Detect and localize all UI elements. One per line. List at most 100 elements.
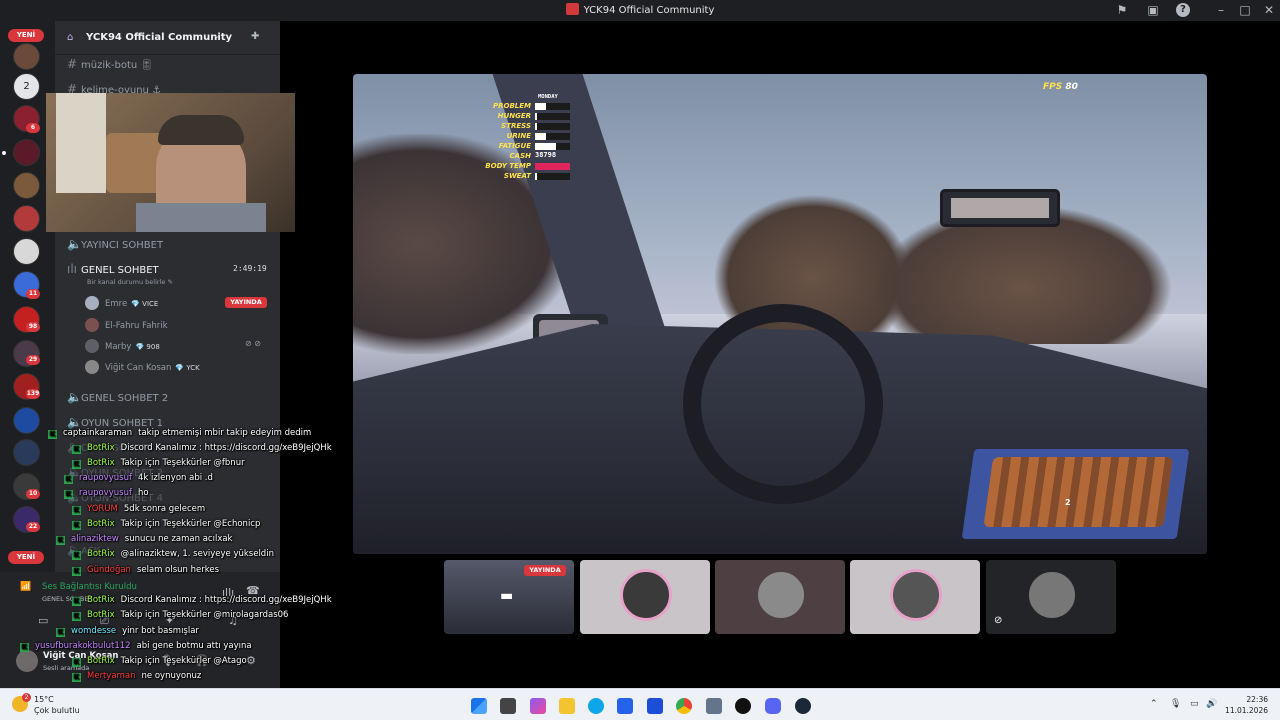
chat-text: @alinaziktew, 1. seviyeye yükseldin: [120, 549, 274, 559]
copilot-icon[interactable]: [530, 698, 546, 714]
stat-fill: [535, 163, 570, 170]
file-explorer-icon[interactable]: [559, 698, 575, 714]
avatar: [85, 318, 99, 332]
voice-member[interactable]: Emre 💎 VICE: [85, 296, 158, 310]
kick-badge-icon: K: [72, 460, 81, 469]
settings-app-icon[interactable]: [706, 698, 722, 714]
stat-bar: [535, 113, 570, 120]
call-timer: 2:49:19: [233, 264, 267, 273]
server-icon[interactable]: [13, 139, 40, 166]
taskbar-clock[interactable]: 22:36 11.01.2026: [1222, 694, 1268, 716]
voice-member[interactable]: El-Fahru Fahrik: [85, 318, 168, 332]
chat-text: Takip için Teşekkürler @Atago: [120, 656, 247, 666]
minimize-icon[interactable]: –: [1214, 3, 1228, 17]
stat-label: URINE: [506, 132, 531, 140]
stat-bar: [535, 133, 570, 140]
server-icon[interactable]: [13, 238, 40, 265]
voice-channel-active[interactable]: ılı GENEL SOHBET: [67, 262, 159, 276]
stat-bar: [535, 143, 570, 150]
server-icon[interactable]: [13, 205, 40, 232]
help-icon[interactable]: ?: [1176, 3, 1190, 17]
chat-username: YORUM: [87, 504, 118, 514]
chat-message: K Gündoğan selam olsun herkes: [72, 565, 219, 576]
stat-label: SWEAT: [503, 172, 531, 180]
participant-tile[interactable]: [850, 560, 980, 634]
chat-message: K BotRix Takip için Teşekkürler @Atago: [72, 656, 247, 667]
store-icon[interactable]: [617, 698, 633, 714]
stat-stress: STRESS: [483, 122, 613, 132]
clock-date: 11.01.2026: [1225, 706, 1268, 715]
server-icon[interactable]: [13, 172, 40, 199]
voice-member[interactable]: Marby 💎 908: [85, 339, 160, 353]
stat-body-temp: BODY TEMP: [483, 162, 613, 172]
invite-people-icon[interactable]: ✚: [251, 31, 259, 42]
member-tag-text: YCK: [186, 364, 200, 372]
stream-tile[interactable]: YAYINDA ▬: [444, 560, 574, 634]
discord-icon[interactable]: [765, 698, 781, 714]
stat-bar: [535, 173, 570, 180]
participant-tile[interactable]: [715, 560, 845, 634]
stat-problem: PROBLEM: [483, 102, 613, 112]
cash-value: 38798: [535, 151, 557, 159]
day-label: MONDAY: [538, 94, 558, 100]
obs-icon[interactable]: [735, 698, 751, 714]
voice-channel[interactable]: 🔈GENEL SOHBET 2: [67, 390, 168, 404]
chat-text: 4k izlenyon abi .d: [137, 473, 213, 483]
chrome-icon[interactable]: [676, 698, 692, 714]
start-icon[interactable]: [471, 698, 487, 714]
kick-badge-icon: K: [56, 536, 65, 545]
webcam-window: [56, 93, 106, 193]
muted-deafened-icon: ⊘ ⊘: [245, 339, 261, 348]
chat-message: Kraupovyusuf ho: [64, 488, 149, 499]
maximize-icon[interactable]: □: [1238, 3, 1252, 17]
kick-badge-icon: K: [72, 445, 81, 454]
chat-message: K YORUM 5dk sonra gelecem: [72, 504, 205, 515]
kick-badge-icon: K: [64, 475, 73, 484]
unread-count-badge: 139: [26, 389, 40, 399]
channel-status[interactable]: Bir kanal durumu belirle ✎: [87, 278, 173, 286]
task-view-icon[interactable]: [500, 698, 516, 714]
kick-badge-icon: K: [48, 430, 57, 439]
server-icon[interactable]: [13, 43, 40, 70]
chat-username: BotRix: [87, 656, 115, 666]
pencil-icon: ✎: [167, 278, 173, 286]
chat-message: K BotRix Takip için Teşekkürler @Echonicp: [72, 519, 260, 530]
stream-viewer[interactable]: 2 FPS 80 MONDAY PROBLEM HUNGER STRESS UR…: [353, 74, 1207, 554]
member-tag-text: 908: [146, 343, 160, 351]
steam-icon[interactable]: [795, 698, 811, 714]
close-icon[interactable]: ✕: [1262, 3, 1276, 17]
stat-hunger: HUNGER: [483, 112, 613, 122]
kick-badge-icon: K: [64, 490, 73, 499]
member-tag: 💎 VICE: [131, 300, 159, 308]
server-home-icon: ⌂: [67, 32, 74, 43]
clock-time: 22:36: [1246, 695, 1268, 704]
unread-dot: [2, 151, 6, 155]
weather-desc: Çok bulutlu: [34, 706, 80, 715]
new-badge: YENİ: [8, 29, 44, 42]
server-icon[interactable]: 2: [13, 73, 40, 100]
participant-tile[interactable]: [580, 560, 710, 634]
edge-icon[interactable]: [588, 698, 604, 714]
stat-fill: [535, 143, 556, 150]
voice-member[interactable]: Viğit Can Kosan 💎 YCK: [85, 360, 200, 374]
text-channel[interactable]: # müzik-botu 🎚: [67, 57, 153, 71]
tray-volume-icon[interactable]: 🔊: [1206, 699, 1217, 709]
voice-channel[interactable]: 🔈YAYINCI SOHBET: [67, 237, 163, 251]
flag-icon[interactable]: ⚑: [1115, 3, 1129, 17]
speaker-icon: 🔈: [67, 390, 82, 404]
tray-network-icon[interactable]: ▭: [1190, 699, 1199, 709]
chat-username: raupovyusuf: [79, 488, 132, 498]
tray-chevron-icon[interactable]: ⌃: [1150, 699, 1158, 709]
inbox-icon[interactable]: ▣: [1146, 3, 1160, 17]
member-name: Emre: [105, 299, 128, 309]
member-tag: 💎 908: [135, 343, 160, 351]
stat-bar: [535, 103, 570, 110]
chat-message: Kraupovyusuf 4k izlenyon abi .d: [64, 473, 213, 484]
tray-mic-icon[interactable]: 🎙: [1170, 699, 1181, 709]
participant-tile[interactable]: ⊘: [986, 560, 1116, 634]
stat-label: STRESS: [501, 122, 531, 130]
chat-username: BotRix: [87, 595, 115, 605]
weather-widget[interactable]: 15°C Çok bulutlu: [34, 694, 80, 716]
outlook-icon[interactable]: [647, 698, 663, 714]
server-header[interactable]: ⌂ YCK94 Official Community ⌄ ✚: [55, 21, 280, 55]
